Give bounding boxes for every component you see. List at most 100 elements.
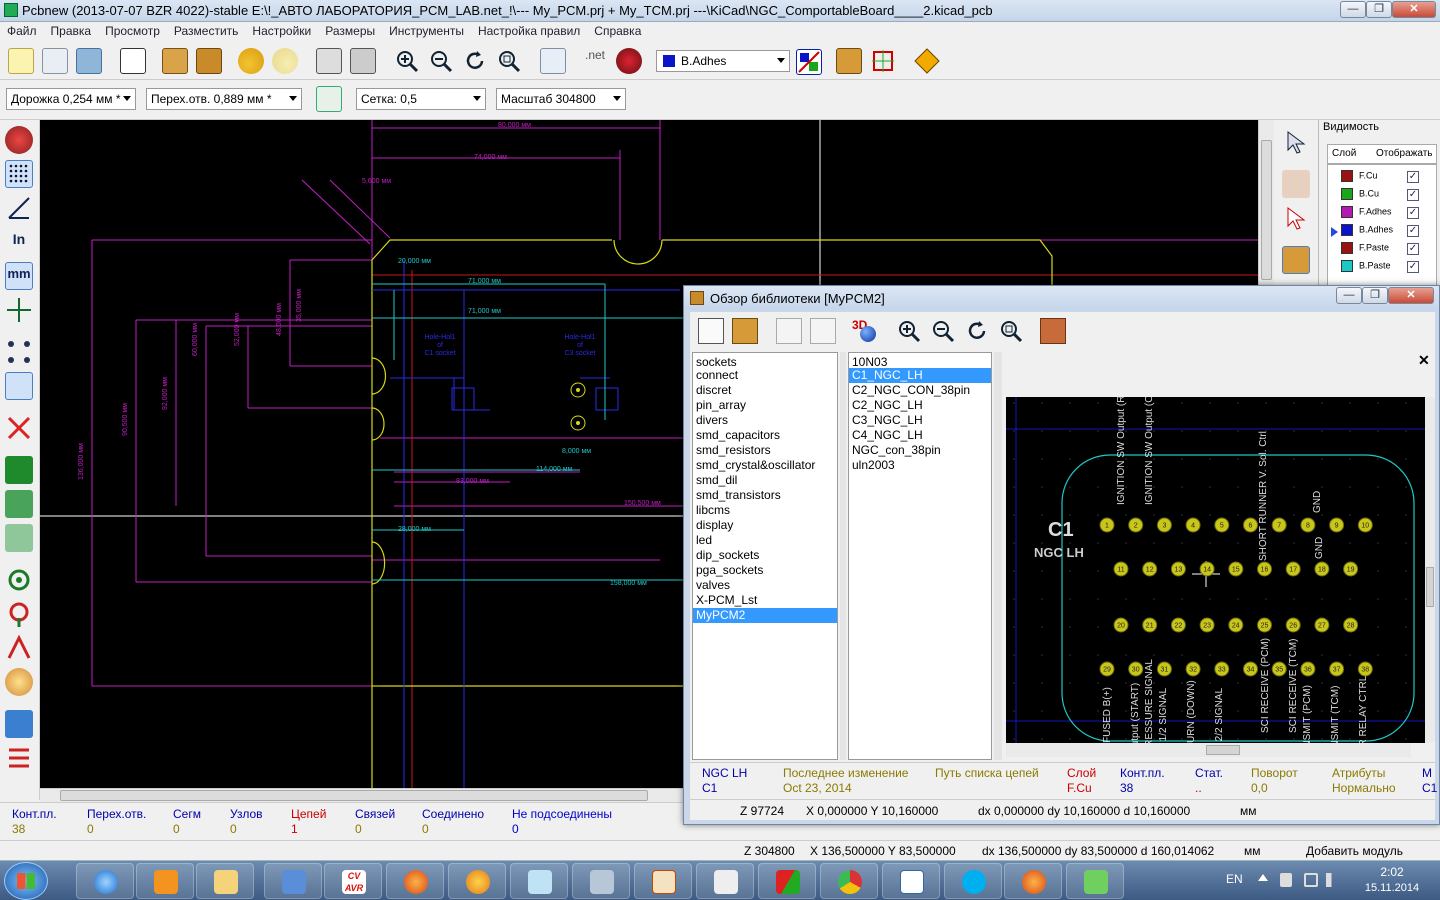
- layer-row-fadhes[interactable]: F.Adhes ✓: [1341, 206, 1419, 222]
- find-icon[interactable]: [540, 48, 566, 74]
- library-item[interactable]: smd_capacitors: [693, 428, 837, 443]
- layer-checkbox[interactable]: ✓: [1407, 207, 1419, 219]
- menu-view[interactable]: Просмотр: [98, 22, 167, 40]
- taskbar-chrome[interactable]: [820, 863, 878, 899]
- zoom-out-icon[interactable]: [428, 48, 454, 74]
- taskbar-ie[interactable]: [76, 863, 134, 899]
- via-size-select[interactable]: Перех.отв. 0,889 мм *: [146, 88, 302, 110]
- module-ratsnest-icon[interactable]: [5, 372, 33, 400]
- redo-icon[interactable]: [272, 48, 298, 74]
- grid-select[interactable]: Сетка: 0,5: [356, 88, 486, 110]
- library-item[interactable]: dip_sockets: [693, 548, 837, 563]
- update-pcb-icon[interactable]: [836, 48, 862, 74]
- preview-vscroll-thumb[interactable]: [1426, 567, 1434, 607]
- vscroll-thumb[interactable]: [1261, 140, 1272, 280]
- select-arrow-icon[interactable]: [1282, 128, 1310, 156]
- start-button[interactable]: [4, 862, 48, 900]
- via-sketch-icon[interactable]: [5, 600, 33, 628]
- taskbar-firefox[interactable]: [386, 863, 444, 899]
- highlight-net-icon[interactable]: [1282, 170, 1310, 198]
- zoom-select[interactable]: Масштаб 304800: [496, 88, 626, 110]
- library-item[interactable]: smd_resistors: [693, 443, 837, 458]
- dialog-close-button[interactable]: ✕: [1388, 287, 1434, 304]
- taskbar-kicad[interactable]: [634, 863, 692, 899]
- track-sketch-icon[interactable]: [5, 634, 33, 662]
- plot-icon[interactable]: [350, 48, 376, 74]
- menu-dimensions[interactable]: Размеры: [318, 22, 382, 40]
- layer-checkbox[interactable]: ✓: [1407, 261, 1419, 273]
- module-item-selected[interactable]: C1_NGC_LH: [849, 368, 991, 383]
- close-button[interactable]: ✕: [1392, 1, 1436, 18]
- module-item[interactable]: C2_NGC_LH: [849, 398, 991, 413]
- minimize-button[interactable]: —: [1340, 1, 1366, 18]
- taskbar-files[interactable]: [696, 863, 754, 899]
- drc-off-icon[interactable]: [5, 126, 33, 154]
- module-item[interactable]: uln2003: [849, 458, 991, 473]
- show-ratsnest-icon[interactable]: [5, 338, 33, 366]
- layer-row-bcu[interactable]: B.Cu ✓: [1341, 188, 1419, 204]
- tab-render[interactable]: Отображать: [1376, 148, 1432, 159]
- library-item[interactable]: led: [693, 533, 837, 548]
- module-item[interactable]: C4_NGC_LH: [849, 428, 991, 443]
- library-item[interactable]: display: [693, 518, 837, 533]
- layer-checkbox[interactable]: ✓: [1407, 171, 1419, 183]
- library-item[interactable]: connect: [693, 368, 837, 383]
- module-item[interactable]: C2_NGC_CON_38pin: [849, 383, 991, 398]
- select-library-icon[interactable]: [698, 318, 724, 344]
- tray-language[interactable]: EN: [1226, 872, 1243, 886]
- layer-row-fcu[interactable]: F.Cu ✓: [1341, 170, 1419, 186]
- layers-manager-icon[interactable]: [5, 744, 33, 772]
- tray-device-icon[interactable]: [1280, 873, 1292, 887]
- taskbar-pdf[interactable]: [758, 863, 816, 899]
- dialog-maximize-button[interactable]: ❐: [1362, 287, 1388, 304]
- taskbar-notepad[interactable]: [510, 863, 568, 899]
- auto-track-width-icon[interactable]: [316, 86, 342, 112]
- module-editor-icon[interactable]: [162, 48, 188, 74]
- splitter[interactable]: [994, 352, 1002, 760]
- dlg-zoom-out-icon[interactable]: [930, 318, 956, 347]
- layer-row-badhes[interactable]: B.Adhes ✓: [1341, 224, 1419, 240]
- layer-checkbox[interactable]: ✓: [1407, 243, 1419, 255]
- layer-checkbox[interactable]: ✓: [1407, 225, 1419, 237]
- local-ratsnest-icon[interactable]: [1282, 204, 1310, 232]
- menu-design-rules[interactable]: Настройка правил: [471, 22, 587, 40]
- taskbar-firefox2[interactable]: [1004, 863, 1062, 899]
- tray-volume-icon[interactable]: [1326, 873, 1340, 887]
- library-item[interactable]: smd_dil: [693, 473, 837, 488]
- splitter[interactable]: [840, 352, 846, 760]
- autoplace-icon[interactable]: [870, 48, 896, 74]
- module-item[interactable]: 10N03: [849, 353, 991, 369]
- layer-pair-icon[interactable]: [796, 49, 822, 75]
- layer-row-fpaste[interactable]: F.Paste ✓: [1341, 242, 1419, 258]
- library-item[interactable]: pga_sockets: [693, 563, 837, 578]
- menu-tools[interactable]: Инструменты: [382, 22, 471, 40]
- module-preview-canvas[interactable]: 1 2 3 4 5 6 7 8 9 10 11 12 13 14 15 16 17 18 19 20 21 22 23 24 2…: [1006, 397, 1425, 743]
- save-board-icon[interactable]: [76, 48, 102, 74]
- redraw-icon[interactable]: [462, 48, 488, 74]
- module-item[interactable]: NGC_con_38pin: [849, 443, 991, 458]
- cursor-shape-icon[interactable]: [5, 296, 33, 324]
- taskbar-skype[interactable]: [944, 863, 1002, 899]
- taskbar-green[interactable]: [1066, 863, 1124, 899]
- maximize-button[interactable]: ❐: [1366, 1, 1392, 18]
- zoom-in-icon[interactable]: [394, 48, 420, 74]
- library-item-selected[interactable]: MyPCM2: [693, 608, 837, 623]
- library-item[interactable]: valves: [693, 578, 837, 593]
- taskbar-wrench[interactable]: [572, 863, 630, 899]
- dialog-minimize-button[interactable]: —: [1336, 287, 1362, 304]
- library-item[interactable]: sockets: [693, 353, 837, 369]
- library-item[interactable]: libcms: [693, 503, 837, 518]
- tray-time[interactable]: 2:02: [1362, 865, 1422, 879]
- hscroll-thumb[interactable]: [60, 790, 648, 801]
- library-item[interactable]: discret: [693, 383, 837, 398]
- previous-module-icon[interactable]: [776, 318, 802, 344]
- layer-row-bpaste[interactable]: B.Paste ✓: [1341, 260, 1419, 276]
- library-item[interactable]: smd_transistors: [693, 488, 837, 503]
- units-mm-icon[interactable]: mm: [5, 262, 33, 290]
- layer-select[interactable]: B.Adhes: [656, 50, 790, 72]
- menu-preferences[interactable]: Настройки: [245, 22, 318, 40]
- menu-edit[interactable]: Правка: [44, 22, 99, 40]
- zoom-fit-icon[interactable]: [496, 48, 522, 74]
- zone-sketch-icon[interactable]: [5, 524, 33, 552]
- taskbar-tools[interactable]: [264, 863, 322, 899]
